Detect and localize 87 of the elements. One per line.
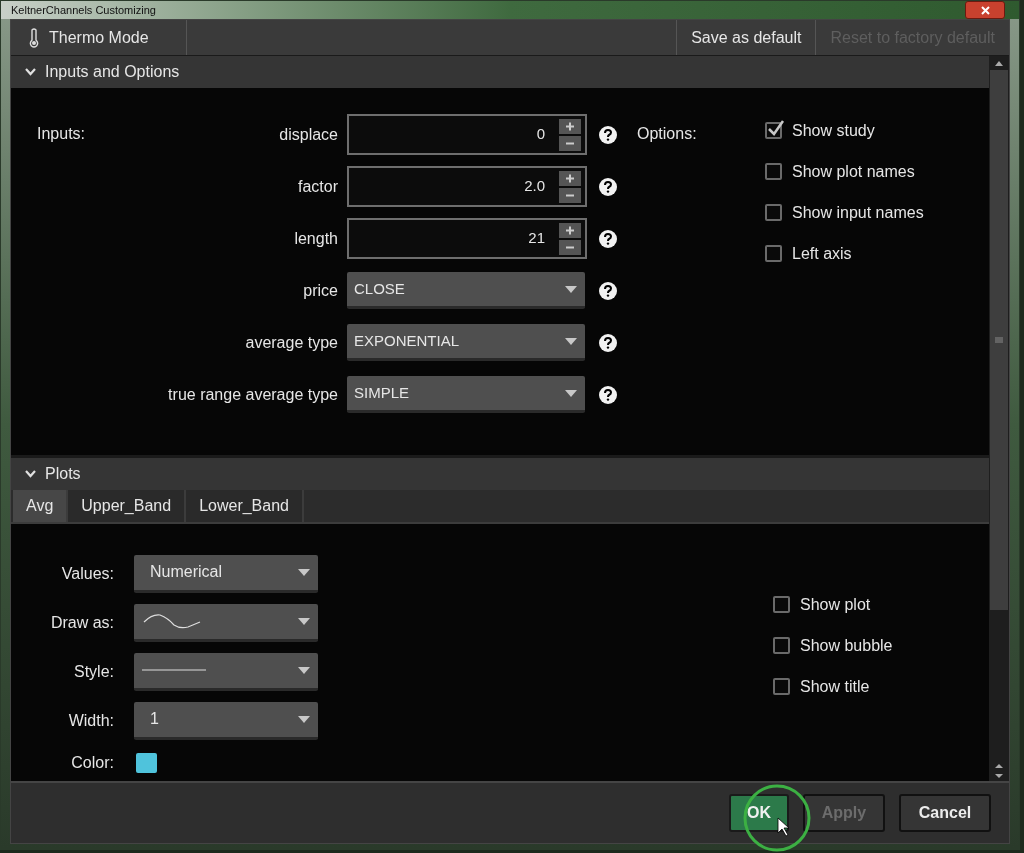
dropdown[interactable]: EXPONENTIAL xyxy=(347,324,585,361)
checkbox-label: Show input names xyxy=(792,202,924,223)
input-label: factor xyxy=(297,176,338,197)
section-header[interactable]: Plots xyxy=(11,458,989,490)
number-field[interactable]: 21 xyxy=(347,218,587,259)
number-field[interactable]: 0 xyxy=(347,114,587,155)
checkbox-label: Show bubble xyxy=(800,635,893,656)
checkbox-label: Show title xyxy=(800,676,870,697)
thermometer-icon xyxy=(29,27,39,48)
help-icon[interactable] xyxy=(599,281,617,300)
scrollbar[interactable] xyxy=(989,56,1009,781)
input-label: length xyxy=(293,228,338,249)
help-icon[interactable] xyxy=(599,177,617,196)
field-label: Color: xyxy=(70,753,114,773)
dropdown-caret-icon xyxy=(298,617,310,625)
thermo-mode-button[interactable]: Thermo Mode xyxy=(11,20,187,55)
checkbox[interactable] xyxy=(765,122,782,139)
dropdown-caret-icon xyxy=(565,389,577,397)
input-label: average type xyxy=(244,332,338,353)
minus-icon[interactable] xyxy=(559,135,581,151)
window-title: KeltnerChannels Customizing xyxy=(11,2,156,18)
scroll-up-icon[interactable] xyxy=(994,761,1004,771)
minus-icon[interactable] xyxy=(559,239,581,255)
help-icon[interactable] xyxy=(599,333,617,352)
dropdown[interactable]: SIMPLE xyxy=(347,376,585,413)
checkbox[interactable] xyxy=(765,245,782,262)
dropdown[interactable]: 1 xyxy=(134,701,318,740)
plus-icon[interactable] xyxy=(559,222,581,238)
section-header[interactable]: Inputs and Options xyxy=(11,56,989,88)
plot-tab[interactable]: Avg xyxy=(13,490,69,522)
color-swatch[interactable] xyxy=(136,753,157,773)
chevron-down-icon[interactable] xyxy=(25,68,36,76)
line-style-icon xyxy=(142,668,206,672)
checkbox-label: Show plot xyxy=(800,594,871,615)
checkbox[interactable] xyxy=(773,637,790,654)
help-icon[interactable] xyxy=(599,125,617,144)
field-label: Width: xyxy=(67,710,114,731)
field-label: Values: xyxy=(60,563,114,584)
dropdown-caret-icon xyxy=(298,568,310,576)
field-label: Style: xyxy=(73,661,114,682)
field-value: 2.0 xyxy=(524,176,545,197)
input-label: displace xyxy=(278,124,338,145)
dropdown[interactable] xyxy=(134,652,318,691)
dropdown-value: EXPONENTIAL xyxy=(354,330,460,351)
dropdown-value: 1 xyxy=(149,709,159,729)
scrollbar-thumb[interactable] xyxy=(990,70,1008,610)
plus-icon[interactable] xyxy=(559,170,581,186)
checkbox-label: Show study xyxy=(792,120,875,141)
dropdown-value: SIMPLE xyxy=(354,382,410,403)
dropdown-value: CLOSE xyxy=(354,278,405,299)
checkbox[interactable] xyxy=(765,163,782,180)
section-title: Plots xyxy=(45,464,81,484)
section-title: Inputs and Options xyxy=(45,62,180,82)
dialog-button[interactable]: OK xyxy=(729,794,789,832)
chevron-down-icon[interactable] xyxy=(25,470,36,478)
checkbox[interactable] xyxy=(773,596,790,613)
inputs-heading: Inputs: xyxy=(37,124,87,144)
dialog-button[interactable]: Cancel xyxy=(899,794,991,832)
plus-icon[interactable] xyxy=(559,118,581,134)
dropdown-caret-icon xyxy=(565,337,577,345)
checkbox[interactable] xyxy=(765,204,782,221)
dropdown-caret-icon xyxy=(565,285,577,293)
curve-icon xyxy=(142,612,202,630)
help-icon[interactable] xyxy=(599,385,617,404)
dropdown-caret-icon xyxy=(298,715,310,723)
close-button[interactable] xyxy=(965,1,1005,19)
field-value: 0 xyxy=(536,124,545,145)
number-field[interactable]: 2.0 xyxy=(347,166,587,207)
options-heading: Options: xyxy=(637,124,698,144)
dropdown[interactable] xyxy=(134,603,318,642)
minus-icon[interactable] xyxy=(559,187,581,203)
toolbar-button[interactable]: Save as default xyxy=(676,20,816,55)
dropdown-caret-icon xyxy=(298,666,310,674)
dropdown[interactable]: CLOSE xyxy=(347,272,585,309)
click-highlight-drawing xyxy=(742,783,812,853)
help-icon[interactable] xyxy=(599,229,617,248)
checkbox-label: Left axis xyxy=(792,243,852,264)
dropdown-value: Numerical xyxy=(149,562,222,582)
field-value: 21 xyxy=(528,228,545,249)
field-label: Draw as: xyxy=(49,612,114,633)
checkbox-label: Show plot names xyxy=(792,161,915,182)
input-label: price xyxy=(302,280,338,301)
checkbox[interactable] xyxy=(773,678,790,695)
input-label: true range average type xyxy=(167,384,338,405)
dropdown[interactable]: Numerical xyxy=(134,554,318,593)
grip-icon xyxy=(995,337,1003,343)
close-icon xyxy=(980,5,990,15)
